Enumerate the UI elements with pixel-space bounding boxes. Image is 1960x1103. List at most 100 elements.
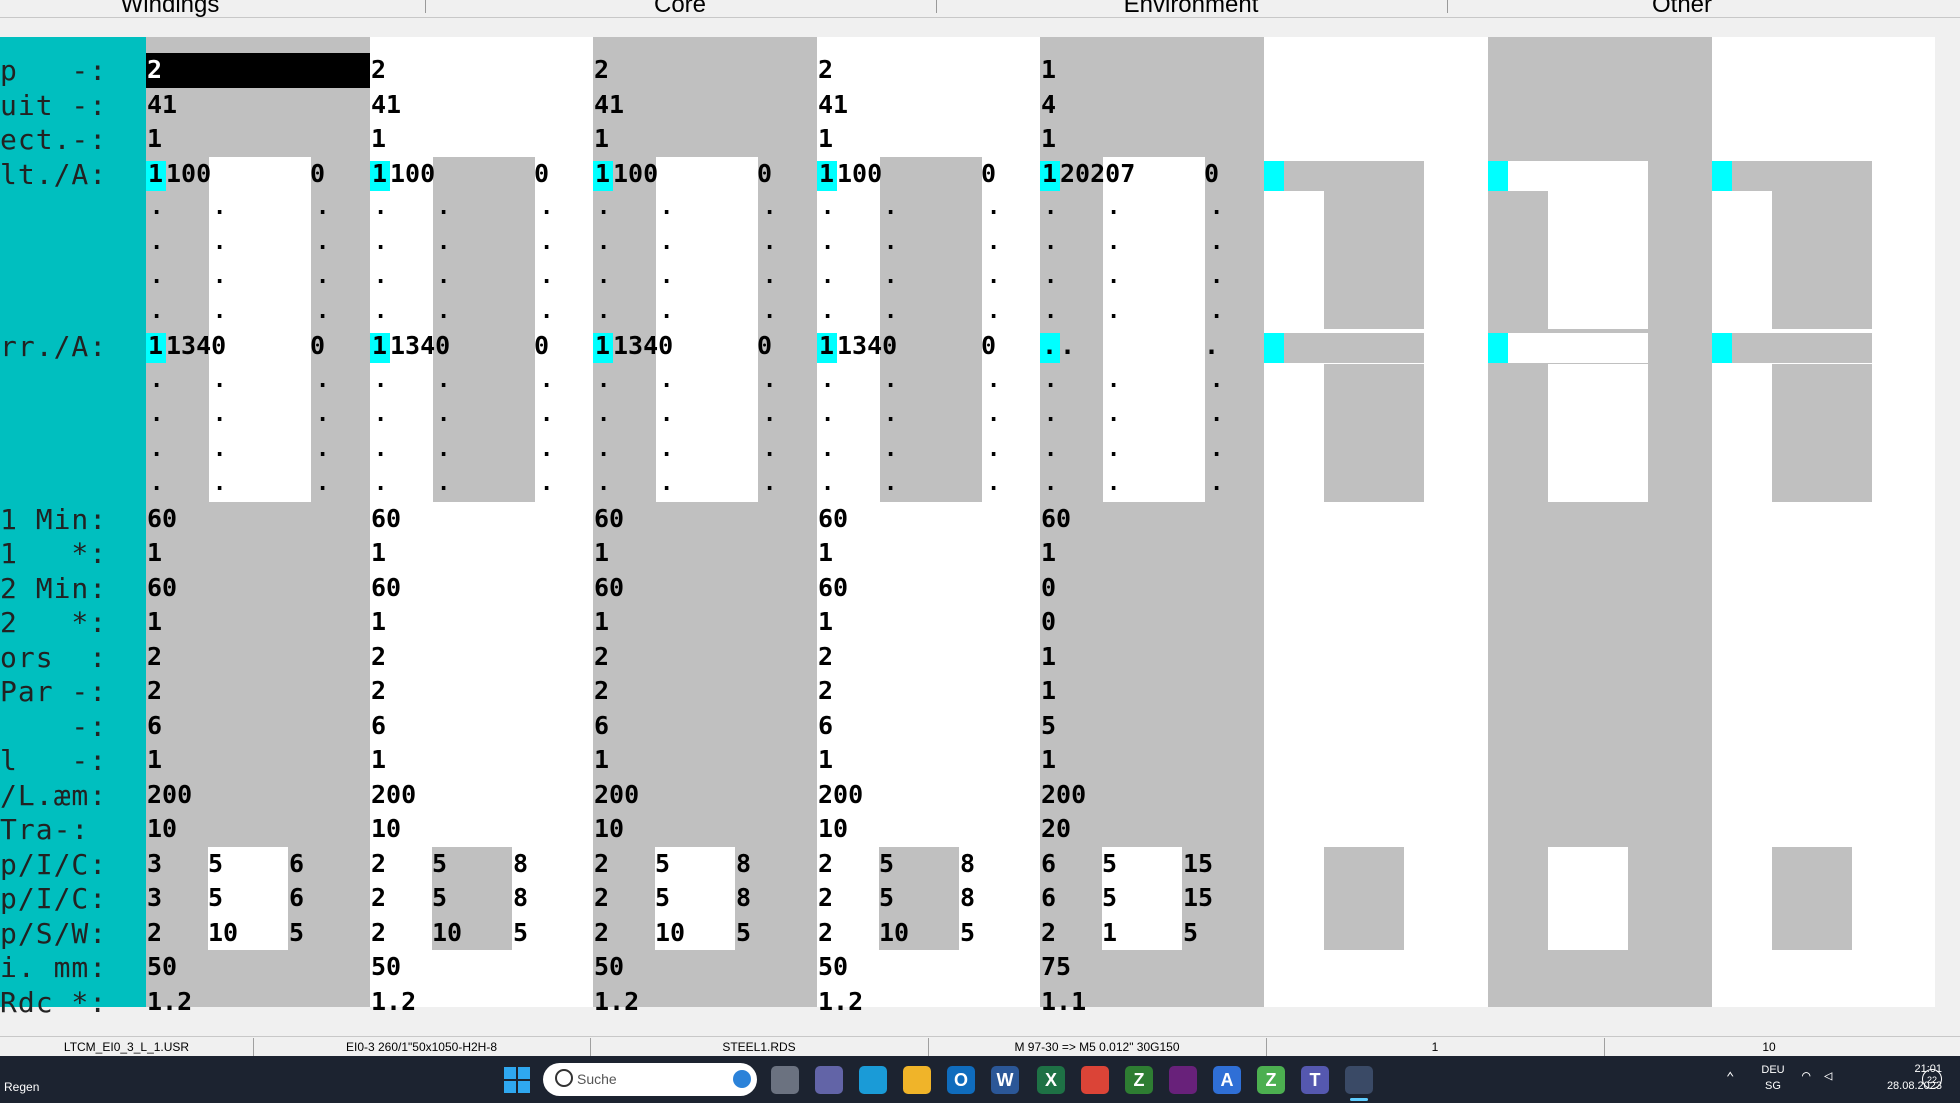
visual-studio-icon[interactable] (1169, 1066, 1197, 1094)
value-ect[interactable]: 1 (371, 124, 386, 153)
value-rr-number[interactable]: 1 (372, 331, 387, 360)
value-lt-number[interactable]: 1 (148, 159, 163, 188)
value-rdc[interactable]: 1.2 (147, 987, 192, 1016)
value-p[interactable]: 2 (818, 55, 833, 84)
value-pic1[interactable]: 2 (594, 849, 609, 878)
value-l[interactable]: 1 (371, 745, 386, 774)
edge-icon[interactable] (859, 1066, 887, 1094)
value-factor1[interactable]: 1 (371, 538, 386, 567)
value-lt-number[interactable]: 1 (372, 159, 387, 188)
value-factor2[interactable]: 1 (371, 607, 386, 636)
value-factor2[interactable]: 0 (1041, 607, 1056, 636)
value-uit[interactable]: 41 (594, 90, 624, 119)
value-psw[interactable]: 10 (655, 918, 685, 947)
value-tra[interactable]: 10 (147, 814, 177, 843)
value-pic2[interactable]: 5 (208, 883, 223, 912)
value-rr-zero[interactable]: 0 (310, 331, 325, 360)
value-ect[interactable]: 1 (147, 124, 162, 153)
value-rr-zero[interactable]: 0 (534, 331, 549, 360)
value-ors[interactable]: 1 (1041, 642, 1056, 671)
value-psw[interactable]: 2 (594, 918, 609, 947)
z-app-icon[interactable]: Z (1257, 1066, 1285, 1094)
value-imm[interactable]: 50 (371, 952, 401, 981)
value-imm[interactable]: 50 (147, 952, 177, 981)
value-lam[interactable]: 200 (1041, 780, 1086, 809)
value-pic1[interactable]: 6 (1041, 849, 1056, 878)
value-rdc[interactable]: 1.2 (818, 987, 863, 1016)
value-uit[interactable]: 41 (818, 90, 848, 119)
value-p[interactable]: 2 (147, 55, 162, 84)
value-pic1[interactable]: 3 (147, 849, 162, 878)
value-pic2[interactable]: 2 (594, 883, 609, 912)
value-par[interactable]: 2 (594, 676, 609, 705)
value-factor1[interactable]: 1 (1041, 538, 1056, 567)
value-rr[interactable]: . (1060, 331, 1075, 360)
value-pic2[interactable]: 3 (147, 883, 162, 912)
value-psw[interactable]: 1 (1102, 918, 1117, 947)
value-lam[interactable]: 200 (371, 780, 416, 809)
value-min1[interactable]: 60 (371, 504, 401, 533)
value-rr-zero[interactable]: 0 (981, 331, 996, 360)
value-tra[interactable]: 10 (818, 814, 848, 843)
value-pic2[interactable]: 2 (818, 883, 833, 912)
value-rdc[interactable]: 1.1 (1041, 987, 1086, 1016)
value-dash[interactable]: 6 (818, 711, 833, 740)
value-l[interactable]: 1 (1041, 745, 1056, 774)
value-rr[interactable]: 1340 (390, 331, 450, 360)
value-pic1[interactable]: 6 (289, 849, 304, 878)
value-factor1[interactable]: 1 (147, 538, 162, 567)
value-lt-number[interactable]: 1 (595, 159, 610, 188)
value-min1[interactable]: 60 (147, 504, 177, 533)
value-factor2[interactable]: 1 (147, 607, 162, 636)
value-factor1[interactable]: 1 (594, 538, 609, 567)
value-lt-zero[interactable]: 0 (757, 159, 772, 188)
value-dash[interactable]: 6 (147, 711, 162, 740)
value-imm[interactable]: 50 (818, 952, 848, 981)
value-pic1[interactable]: 5 (1102, 849, 1117, 878)
value-imm[interactable]: 75 (1041, 952, 1071, 981)
value-pic2[interactable]: 2 (371, 883, 386, 912)
value-rr-zero[interactable]: 0 (757, 331, 772, 360)
value-min1[interactable]: 60 (594, 504, 624, 533)
value-pic1[interactable]: 5 (208, 849, 223, 878)
value-rdc[interactable]: 1.2 (371, 987, 416, 1016)
value-lam[interactable]: 200 (818, 780, 863, 809)
value-pic1[interactable]: 8 (736, 849, 751, 878)
value-min2[interactable]: 60 (371, 573, 401, 602)
outlook-icon[interactable]: O (947, 1066, 975, 1094)
value-uit[interactable]: 4 (1041, 90, 1056, 119)
value-lt[interactable]: 100 (390, 159, 435, 188)
tab-other[interactable]: Other (1447, 0, 1917, 17)
value-pic2[interactable]: 6 (289, 883, 304, 912)
value-uit[interactable]: 41 (371, 90, 401, 119)
value-p[interactable]: 2 (371, 55, 386, 84)
value-pic1[interactable]: 8 (513, 849, 528, 878)
value-factor1[interactable]: 1 (818, 538, 833, 567)
teams-icon[interactable]: T (1301, 1066, 1329, 1094)
value-tra[interactable]: 10 (371, 814, 401, 843)
value-psw[interactable]: 2 (818, 918, 833, 947)
value-pic2[interactable]: 5 (655, 883, 670, 912)
value-lt-zero[interactable]: 0 (310, 159, 325, 188)
value-lt-zero[interactable]: 0 (534, 159, 549, 188)
value-tra[interactable]: 20 (1041, 814, 1071, 843)
taskbar-search[interactable]: Suche (543, 1063, 757, 1096)
value-psw[interactable]: 5 (513, 918, 528, 947)
value-par[interactable]: 2 (371, 676, 386, 705)
value-lt-number[interactable]: 1 (1042, 159, 1057, 188)
task-view-icon[interactable] (771, 1066, 799, 1094)
value-lam[interactable]: 200 (147, 780, 192, 809)
value-rr-zero[interactable]: . (1204, 331, 1219, 360)
value-pic2[interactable]: 15 (1183, 883, 1213, 912)
value-psw[interactable]: 5 (736, 918, 751, 947)
value-rr-number[interactable]: 1 (819, 331, 834, 360)
value-l[interactable]: 1 (818, 745, 833, 774)
value-pic2[interactable]: 6 (1041, 883, 1056, 912)
value-rr-number[interactable]: 1 (595, 331, 610, 360)
value-pic2[interactable]: 8 (960, 883, 975, 912)
volume-icon[interactable]: ◁ (1824, 1068, 1832, 1084)
z-app-icon[interactable]: Z (1125, 1066, 1153, 1094)
value-l[interactable]: 1 (147, 745, 162, 774)
windows-start-icon[interactable] (503, 1066, 531, 1094)
value-pic2[interactable]: 8 (513, 883, 528, 912)
